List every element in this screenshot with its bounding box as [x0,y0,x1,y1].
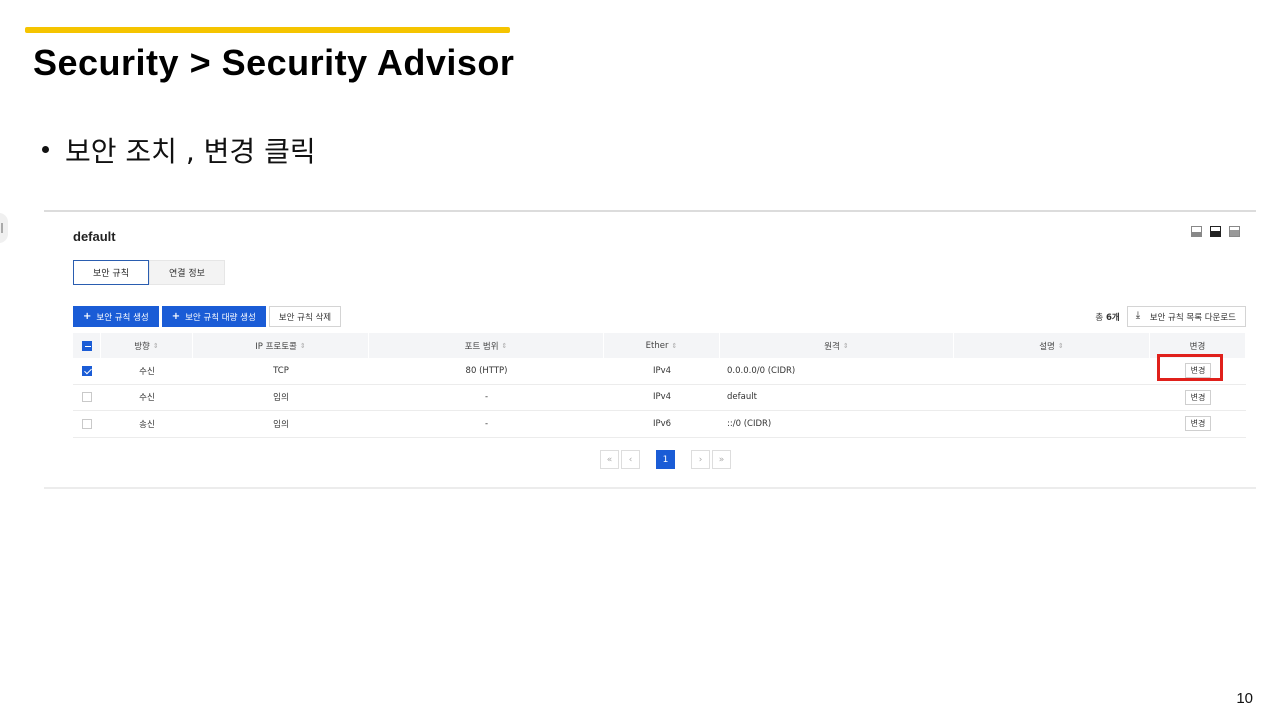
cell-direction: 송신 [139,419,155,430]
column-remote[interactable]: 원격 ⇕ [720,333,954,358]
row-select-cell [73,385,101,411]
first-page-button[interactable]: « [600,450,619,469]
total-count: 총 6개 [1095,311,1119,323]
column-label: 설명 [1039,341,1055,352]
column-label: 포트 범위 [464,341,499,352]
column-port-range[interactable]: 포트 범위 ⇕ [369,333,604,358]
row-select-cell [73,358,101,384]
next-page-button[interactable]: › [691,450,710,469]
pagination-gap [677,450,689,469]
cell-ether: IPv6 [652,418,672,429]
cell-edit: 변경 [1150,411,1246,437]
prev-page-button[interactable]: ‹ [621,450,640,469]
cell-description [954,358,1150,384]
sort-icon: ⇕ [299,341,306,350]
sort-icon: ⇕ [671,341,678,350]
download-label: 보안 규칙 목록 다운로드 [1149,312,1236,323]
page-number: 10 [1236,690,1253,707]
cell-port: 80 (HTTP) [465,365,508,376]
bottom-panel-view-icon[interactable] [1210,226,1221,237]
column-description[interactable]: 설명 ⇕ [954,333,1150,358]
sort-icon: ⇕ [1057,341,1064,350]
total-count-value: 6개 [1105,312,1120,323]
instruction-text: 보안 조치 , 변경 클릭 [65,135,316,168]
tab-security-rules[interactable]: 보안 규칙 [73,260,149,285]
cell-direction: 수신 [139,366,155,377]
download-rules-button[interactable]: 보안 규칙 목록 다운로드 [1126,306,1246,327]
row-checkbox[interactable] [82,392,92,403]
tab-connection-info[interactable]: 연결 정보 [148,260,225,285]
cell-direction: 수신 [139,393,155,404]
cell-edit: 변경 [1150,354,1246,384]
view-mode-icons [1191,226,1240,237]
row-select-cell [73,411,101,437]
column-label: 변경 [1189,341,1206,352]
sort-icon: ⇕ [501,341,508,350]
column-label: IP 프로토콜 [255,341,297,352]
edit-rule-button[interactable]: 변경 [1184,389,1212,405]
cell-description [954,385,1150,411]
create-rule-button[interactable]: + 보안 규칙 생성 [73,306,159,327]
group-name: default [73,229,116,244]
full-view-icon[interactable] [1229,226,1240,237]
row-checkbox[interactable] [82,418,92,429]
security-group-panel: default 보안 규칙 연결 정보 + 보안 규칙 생성 + 보안 규칙 대량 … [44,210,1256,489]
total-prefix: 총 [1095,312,1104,323]
column-label: 원격 [824,341,840,352]
table-row: 송신 임의 - IPv6 ::/0 (CIDR) 변경 [73,411,1246,438]
security-rules-table: 방향 ⇕ IP 프로토콜 ⇕ 포트 범위 ⇕ Ether ⇕ 원격 ⇕ 설명 ⇕ 변경 수신… [73,333,1246,438]
cell-description [954,411,1150,437]
slide-title: Security > Security Advisor [33,42,515,83]
download-icon [1136,310,1145,321]
edit-rule-button[interactable]: 변경 [1184,416,1212,432]
edit-button-wrap: 변경 [1156,354,1223,382]
pagination: « ‹ 1 › » [600,450,731,469]
table-header: 방향 ⇕ IP 프로토콜 ⇕ 포트 범위 ⇕ Ether ⇕ 원격 ⇕ 설명 ⇕ 변경 [73,333,1246,358]
sort-icon: ⇕ [152,341,159,350]
cell-ether: IPv4 [652,392,672,403]
cell-port: - [484,392,489,403]
create-rule-label: 보안 규칙 생성 [96,312,149,323]
cell-remote: ::/0 (CIDR) [727,418,772,429]
delete-rule-button[interactable]: 보안 규칙 삭제 [268,306,342,327]
column-label: Ether [645,340,669,351]
bulk-create-rule-button[interactable]: + 보안 규칙 대량 생성 [161,306,266,327]
highlight-box [1156,354,1223,382]
cell-protocol: 임의 [273,419,289,430]
cell-port: - [484,418,489,429]
column-ether[interactable]: Ether ⇕ [604,333,720,358]
table-row: 수신 TCP 80 (HTTP) IPv4 0.0.0.0/0 (CIDR) 변… [73,354,1246,385]
plus-icon: + [171,311,181,322]
cell-ether: IPv4 [652,365,672,376]
row-checkbox[interactable] [82,365,92,376]
table-row: 수신 임의 - IPv4 default 변경 [73,385,1246,411]
select-all-checkbox[interactable] [81,340,92,351]
cell-edit: 변경 [1150,385,1246,411]
bullet-dot [42,145,49,153]
cell-protocol: TCP [273,365,289,376]
column-direction[interactable]: 방향 ⇕ [101,333,193,358]
panel-tabs: 보안 규칙 연결 정보 [73,260,225,285]
column-protocol[interactable]: IP 프로토콜 ⇕ [193,333,369,358]
cell-protocol: 임의 [273,393,289,404]
rules-toolbar: + 보안 규칙 생성 + 보안 규칙 대량 생성 보안 규칙 삭제 [73,306,342,327]
pagination-gap [642,450,654,469]
toolbar-right: 총 6개 보안 규칙 목록 다운로드 [1095,306,1246,327]
plus-icon: + [83,311,92,322]
column-label: 방향 [134,341,150,352]
cell-remote: 0.0.0.0/0 (CIDR) [727,365,796,376]
split-view-icon[interactable] [1191,226,1202,237]
side-collapse-handle[interactable] [0,213,8,243]
page-button-1[interactable]: 1 [656,450,675,469]
cell-remote: default [727,392,757,403]
sort-icon: ⇕ [842,341,849,350]
select-all-cell [73,333,101,358]
last-page-button[interactable]: » [712,450,731,469]
bulk-create-label: 보안 규칙 대량 생성 [185,312,256,323]
instruction-bullet: 보안 조치 , 변경 클릭 [42,130,316,170]
title-accent-bar [25,27,510,33]
